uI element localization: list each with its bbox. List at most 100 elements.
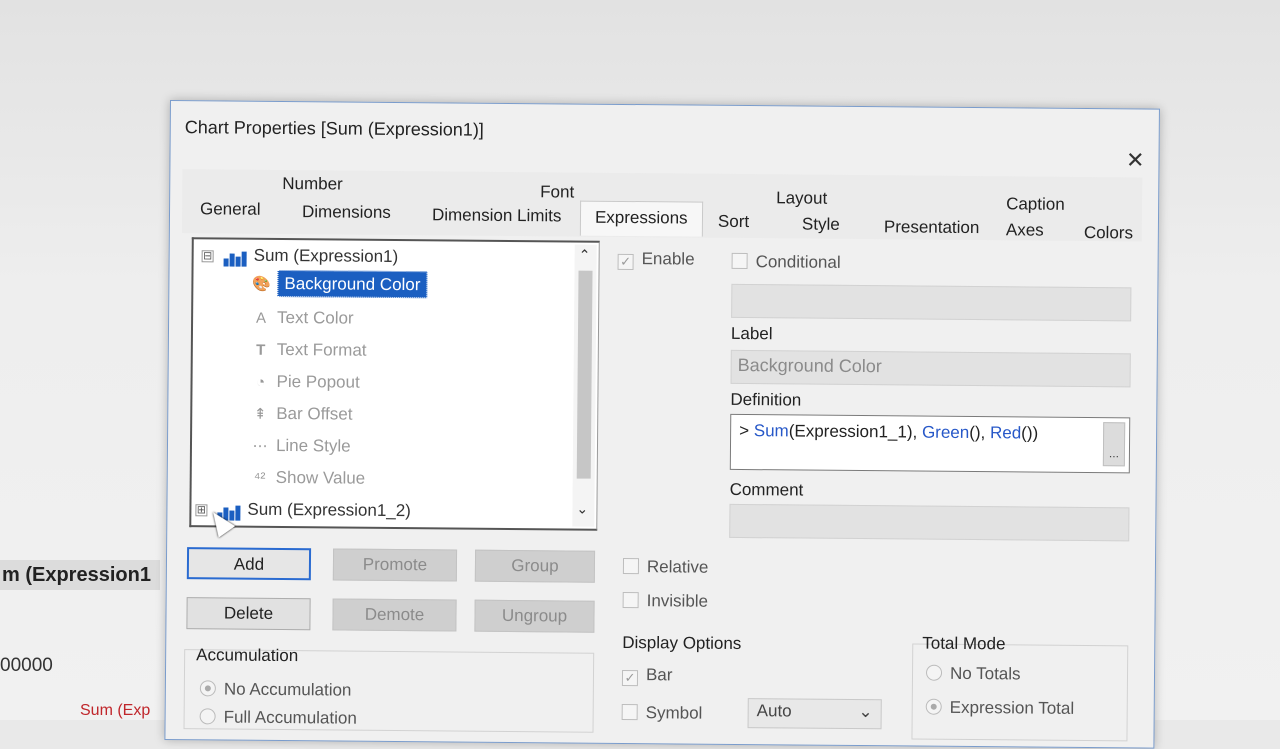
tab-caption[interactable]: Caption xyxy=(1006,194,1065,215)
tab-number[interactable]: Number xyxy=(282,174,343,195)
checkbox-label: Enable xyxy=(641,249,695,269)
bar-chart-icon xyxy=(223,246,248,267)
ungroup-button[interactable]: Ungroup xyxy=(474,599,595,633)
chart-properties-dialog: Chart Properties [Sum (Expression1)] ✕ N… xyxy=(164,100,1160,749)
definition-field[interactable]: > Sum(Expression1_1), Green(), Red()) ..… xyxy=(729,413,1131,474)
accumulation-title: Accumulation xyxy=(196,645,299,666)
definition-function: Green xyxy=(921,422,970,442)
radio-dot xyxy=(199,708,216,725)
total-mode-title: Total Mode xyxy=(922,633,1006,654)
definition-title: Definition xyxy=(730,389,802,410)
checkbox-label: Conditional xyxy=(755,252,841,272)
group-button[interactable]: Group xyxy=(474,549,596,583)
tree-item-label: Background Color xyxy=(277,269,428,299)
radio-no-totals[interactable]: No Totals xyxy=(925,663,1021,685)
tree-item-pie-popout[interactable]: ◔ Pie Popout xyxy=(250,371,360,393)
scrollbar-thumb[interactable] xyxy=(576,270,593,479)
line-style-icon: ⋯ xyxy=(252,437,268,455)
demote-button[interactable]: Demote xyxy=(332,598,457,632)
relative-checkbox[interactable]: Relative xyxy=(622,557,709,578)
bar-checkbox[interactable]: ✓ Bar xyxy=(621,665,673,687)
dialog-title: Chart Properties [Sum (Expression1)] xyxy=(184,117,484,140)
bar-offset-icon: ⇞ xyxy=(253,405,267,423)
definition-prefix: > xyxy=(739,420,754,441)
tree-item-bar-offset[interactable]: ⇞ Bar Offset xyxy=(250,403,353,425)
tree-expression1[interactable]: ⊟ Sum (Expression1) xyxy=(201,245,399,267)
delete-button[interactable]: Delete xyxy=(186,597,311,631)
definition-text: (), xyxy=(969,422,991,443)
radio-dot xyxy=(925,664,943,681)
tab-general[interactable]: General xyxy=(200,199,261,220)
tab-style[interactable]: Style xyxy=(802,215,840,235)
radio-expression-total[interactable]: Expression Total xyxy=(925,697,1075,719)
conditional-field[interactable] xyxy=(731,283,1132,322)
tab-presentation[interactable]: Presentation xyxy=(884,217,980,238)
checkbox-label: Relative xyxy=(646,557,709,577)
radio-label: Expression Total xyxy=(949,697,1075,718)
edit-expression-button[interactable]: ... xyxy=(1102,422,1126,467)
checkbox-box xyxy=(622,557,640,575)
expand-icon[interactable]: ⊞ xyxy=(195,503,208,516)
symbol-select[interactable]: Auto ⌄ xyxy=(747,698,882,730)
tree-item-text-color[interactable]: A Text Color xyxy=(251,308,354,329)
tree-item-background-color[interactable]: 🎨 Background Color xyxy=(251,269,428,299)
tree-item-label: Pie Popout xyxy=(276,371,360,392)
tab-font[interactable]: Font xyxy=(540,182,574,202)
tree-item-label: Text Color xyxy=(277,307,354,328)
checkmark-icon: ✓ xyxy=(617,253,634,271)
text-format-icon: T xyxy=(256,341,266,359)
radio-dot xyxy=(925,698,942,715)
tab-expressions[interactable]: Expressions xyxy=(579,200,703,237)
radio-full-accumulation[interactable]: Full Accumulation xyxy=(199,707,357,728)
collapse-icon[interactable]: ⊟ xyxy=(201,249,214,262)
show-value-icon: ⁴² xyxy=(253,469,266,487)
tree-item-label: Bar Offset xyxy=(276,403,353,424)
chevron-down-icon: ⌄ xyxy=(858,702,873,722)
conditional-checkbox[interactable]: Conditional xyxy=(731,252,841,273)
display-options-title: Display Options xyxy=(622,632,742,654)
definition-function: Sum xyxy=(753,421,789,441)
comment-title: Comment xyxy=(729,479,804,500)
definition-text: (Expression1_1), xyxy=(788,421,923,442)
background-value: 00000 xyxy=(0,655,53,676)
checkbox-box xyxy=(621,703,638,721)
definition-text: ()) xyxy=(1021,423,1039,443)
tree-expression1-label: Sum (Expression1) xyxy=(253,245,399,266)
label-title: Label xyxy=(730,323,773,344)
comment-field[interactable] xyxy=(729,503,1130,542)
enable-checkbox[interactable]: ✓ Enable xyxy=(617,249,695,271)
radio-label: Full Accumulation xyxy=(223,707,357,728)
checkbox-box xyxy=(622,591,639,609)
checkbox-box xyxy=(731,252,748,270)
select-value: Auto xyxy=(756,701,792,721)
radio-dot xyxy=(199,680,216,697)
tree-item-line-style[interactable]: ⋯ Line Style xyxy=(250,436,350,457)
text-color-icon: A xyxy=(256,309,267,327)
checkmark-icon: ✓ xyxy=(621,669,639,687)
invisible-checkbox[interactable]: Invisible xyxy=(622,591,709,612)
checkbox-label: Invisible xyxy=(646,591,709,611)
promote-button[interactable]: Promote xyxy=(332,548,458,582)
tab-axes[interactable]: Axes xyxy=(1006,220,1044,240)
tree-item-text-format[interactable]: T Text Format xyxy=(251,340,367,361)
chevron-up-icon[interactable]: ⌃ xyxy=(579,247,591,264)
label-field[interactable]: Background Color xyxy=(730,349,1131,388)
definition-function: Red xyxy=(989,423,1022,443)
radio-label: No Totals xyxy=(949,663,1021,684)
symbol-checkbox[interactable]: Symbol xyxy=(621,703,702,724)
tree-item-label: Text Format xyxy=(276,339,367,360)
expressions-tree[interactable]: ⊟ Sum (Expression1) 🎨 Background Color A Te… xyxy=(189,237,600,531)
tree-scrollbar[interactable]: ⌃ ⌄ xyxy=(572,244,597,527)
add-button[interactable]: Add xyxy=(186,547,312,581)
background-red-label: Sum (Exp xyxy=(80,702,151,719)
background-chart-title: m (Expression1 xyxy=(0,560,160,590)
tab-colors[interactable]: Colors xyxy=(1084,223,1133,243)
radio-no-accumulation[interactable]: No Accumulation xyxy=(199,679,352,700)
close-icon[interactable]: ✕ xyxy=(1126,147,1145,173)
chevron-down-icon[interactable]: ⌄ xyxy=(576,501,588,518)
tab-sort[interactable]: Sort xyxy=(718,212,749,232)
tab-dimension-limits[interactable]: Dimension Limits xyxy=(432,205,562,226)
tab-dimensions[interactable]: Dimensions xyxy=(302,202,391,223)
tab-layout[interactable]: Layout xyxy=(776,188,827,208)
tree-item-show-value[interactable]: ⁴² Show Value xyxy=(250,468,365,489)
